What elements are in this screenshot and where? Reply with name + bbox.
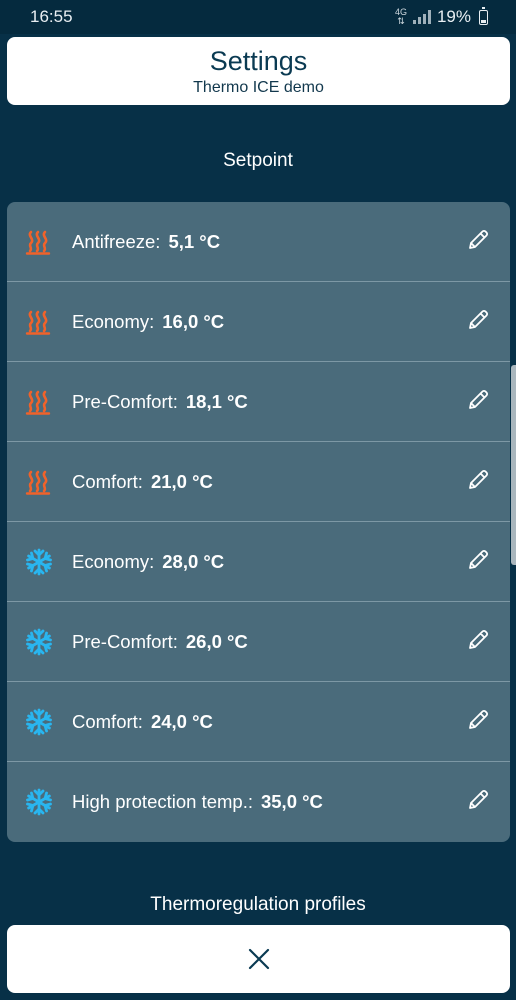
- battery-icon: [479, 6, 488, 25]
- setpoint-row: Comfort: 21,0 °C: [7, 442, 510, 522]
- snowflake-icon: [24, 707, 54, 737]
- pencil-icon: [466, 468, 490, 497]
- setpoint-value: 16,0 °C: [162, 310, 225, 332]
- close-icon: [248, 948, 269, 970]
- heating-icon: [24, 387, 54, 417]
- setpoint-label: Pre-Comfort:: [72, 630, 178, 652]
- pencil-icon: [466, 388, 490, 417]
- close-button[interactable]: [7, 925, 510, 993]
- setpoint-text: Pre-Comfort: 26,0 °C: [72, 631, 248, 653]
- heating-icon: [24, 307, 54, 337]
- pencil-icon: [466, 788, 490, 817]
- setpoint-row: High protection temp.: 35,0 °C: [7, 762, 510, 842]
- setpoint-row: Economy: 16,0 °C: [7, 282, 510, 362]
- status-bar: 16:55 4G ⇅ 19%: [0, 0, 516, 34]
- pencil-icon: [466, 548, 490, 577]
- pencil-icon: [466, 708, 490, 737]
- data-arrows-icon: ⇅: [397, 16, 405, 26]
- pencil-icon: [466, 308, 490, 337]
- pencil-icon: [466, 628, 490, 657]
- edit-button[interactable]: [464, 628, 492, 656]
- setpoint-label: Pre-Comfort:: [72, 390, 178, 412]
- setpoint-text: Comfort: 21,0 °C: [72, 471, 213, 493]
- setpoint-row: Antifreeze: 5,1 °C: [7, 202, 510, 282]
- section-title-setpoint: Setpoint: [223, 150, 293, 171]
- setpoint-row: Pre-Comfort: 18,1 °C: [7, 362, 510, 442]
- edit-button[interactable]: [464, 788, 492, 816]
- setpoint-list: Antifreeze: 5,1 °C Economy: 16,0 °C Pre-Co…: [7, 202, 510, 842]
- setpoint-text: Economy: 16,0 °C: [72, 311, 224, 333]
- heating-icon: [24, 227, 54, 257]
- signal-icon: [412, 10, 431, 24]
- setpoint-value: 5,1 °C: [168, 230, 221, 252]
- battery-percent: 19%: [436, 7, 471, 26]
- setpoint-label: High protection temp.:: [72, 791, 253, 812]
- snowflake-icon: [24, 627, 54, 657]
- setpoint-label: Economy:: [72, 310, 155, 332]
- setpoint-text: Economy: 28,0 °C: [72, 551, 224, 573]
- setpoint-row: Comfort: 24,0 °C: [7, 682, 510, 762]
- scrollbar[interactable]: [511, 365, 516, 565]
- setpoint-value: 35,0 °C: [260, 791, 323, 812]
- setpoint-text: Antifreeze: 5,1 °C: [72, 231, 220, 253]
- status-icons: 4G ⇅ 19%: [395, 6, 488, 27]
- snowflake-icon: [24, 787, 54, 817]
- setpoint-label: Comfort:: [72, 470, 143, 492]
- pencil-icon: [466, 228, 490, 257]
- edit-button[interactable]: [464, 548, 492, 576]
- setpoint-text: High protection temp.: 35,0 °C: [72, 791, 323, 813]
- setpoint-label: Economy:: [72, 550, 155, 572]
- page-subtitle: Thermo ICE demo: [193, 79, 324, 96]
- setpoint-value: 18,1 °C: [185, 390, 248, 412]
- edit-button[interactable]: [464, 308, 492, 336]
- edit-button[interactable]: [464, 228, 492, 256]
- setpoint-text: Pre-Comfort: 18,1 °C: [72, 391, 248, 413]
- heating-icon: [24, 467, 54, 497]
- edit-button[interactable]: [464, 708, 492, 736]
- setpoint-label: Antifreeze:: [72, 230, 161, 252]
- setpoint-text: Comfort: 24,0 °C: [72, 711, 213, 733]
- setpoint-row: Economy: 28,0 °C: [7, 522, 510, 602]
- edit-button[interactable]: [464, 468, 492, 496]
- setpoint-label: Comfort:: [72, 710, 143, 732]
- network-indicator: 4G ⇅: [395, 8, 407, 26]
- status-time: 16:55: [30, 7, 73, 26]
- setpoint-value: 28,0 °C: [162, 550, 225, 572]
- header-card: Settings Thermo ICE demo: [7, 37, 510, 105]
- setpoint-value: 21,0 °C: [150, 470, 213, 492]
- setpoint-value: 24,0 °C: [150, 710, 213, 732]
- setpoint-value: 26,0 °C: [185, 630, 248, 652]
- section-title-profiles: Thermoregulation profiles: [150, 894, 366, 915]
- edit-button[interactable]: [464, 388, 492, 416]
- snowflake-icon: [24, 547, 54, 577]
- page-title: Settings: [209, 46, 308, 76]
- setpoint-row: Pre-Comfort: 26,0 °C: [7, 602, 510, 682]
